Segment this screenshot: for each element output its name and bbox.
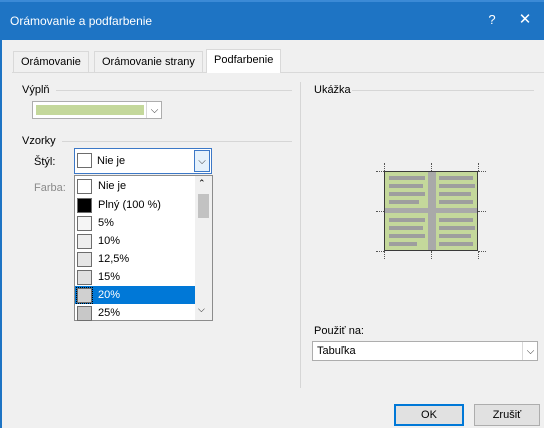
- style-combo-value: Nie je: [97, 155, 126, 167]
- chevron-down-icon[interactable]: ⌵: [522, 342, 538, 360]
- preview-marker: [384, 163, 385, 171]
- apply-to-combo[interactable]: Tabuľka ⌵: [312, 341, 538, 361]
- list-item-label: 20%: [98, 289, 121, 301]
- preview-marker: [376, 211, 384, 212]
- list-item[interactable]: 25%: [75, 304, 195, 322]
- preview-marker: [376, 251, 384, 252]
- preview-marker: [376, 171, 384, 172]
- fill-group-line: [56, 90, 292, 91]
- pattern-swatch: [77, 197, 92, 213]
- fill-group-label: Výplň: [22, 84, 50, 96]
- list-item-label: Nie je: [98, 180, 127, 192]
- patterns-group-label: Vzorky: [22, 135, 56, 147]
- preview-marker: [478, 171, 486, 172]
- list-item-label: 15%: [98, 271, 121, 283]
- pattern-swatch: [76, 286, 93, 304]
- section-separator: [300, 82, 301, 388]
- style-combo-swatch: [77, 153, 92, 168]
- list-item[interactable]: Plný (100 %): [75, 196, 195, 214]
- cancel-button[interactable]: Zrušiť: [474, 404, 540, 426]
- style-combo[interactable]: Nie je ⌵: [74, 148, 212, 174]
- scrollbar-thumb[interactable]: [198, 194, 209, 218]
- preview-marker: [431, 163, 432, 171]
- tab-borders-label: Orámovanie: [21, 56, 81, 68]
- tab-borders[interactable]: Orámovanie: [13, 51, 89, 72]
- shading-preview-table: [384, 171, 478, 251]
- close-button[interactable]: ✕: [512, 10, 538, 30]
- pattern-swatch: [77, 251, 92, 267]
- tab-page-border-label: Orámovanie strany: [102, 56, 195, 68]
- chevron-down-icon[interactable]: ⌵: [146, 102, 162, 118]
- help-button[interactable]: ?: [482, 10, 502, 30]
- pattern-swatch: [77, 233, 92, 249]
- fill-color-swatch: [36, 105, 144, 115]
- preview-marker: [431, 251, 432, 259]
- window-title: Orámovanie a podfarbenie: [10, 14, 153, 28]
- list-item-label: 10%: [98, 235, 121, 247]
- tab-shading-label: Podfarbenie: [214, 54, 274, 66]
- title-bar-top-strip: [0, 0, 544, 2]
- list-item-selected[interactable]: 20%: [75, 286, 195, 304]
- list-item[interactable]: Nie je: [75, 177, 195, 195]
- patterns-group-line: [62, 141, 292, 142]
- pattern-swatch: [77, 305, 92, 321]
- apply-to-label: Použiť na:: [314, 325, 364, 337]
- preview-marker: [478, 251, 479, 259]
- apply-to-value: Tabuľka: [317, 345, 356, 357]
- preview-group-line: [352, 90, 534, 91]
- tab-page-border[interactable]: Orámovanie strany: [94, 51, 203, 72]
- scroll-down-icon[interactable]: ⌵: [198, 304, 205, 315]
- preview-marker: [384, 251, 385, 259]
- list-scrollbar[interactable]: ⌃ ⌵: [195, 176, 212, 320]
- pattern-swatch: [77, 178, 92, 194]
- pattern-swatch: [77, 269, 92, 285]
- window-left-border: [0, 40, 2, 428]
- list-item-label: 5%: [98, 217, 114, 229]
- list-item[interactable]: 10%: [75, 232, 195, 250]
- preview-marker: [478, 163, 479, 171]
- style-label: Štýl:: [34, 156, 56, 168]
- preview-marker: [478, 211, 486, 212]
- preview-marker: [478, 251, 486, 252]
- chevron-down-icon[interactable]: ⌵: [194, 150, 210, 172]
- ok-button[interactable]: OK: [394, 404, 464, 426]
- scroll-up-icon[interactable]: ⌃: [198, 178, 206, 189]
- list-item[interactable]: 5%: [75, 214, 195, 232]
- title-bar: Orámovanie a podfarbenie ? ✕: [0, 0, 544, 40]
- list-item-label: Plný (100 %): [98, 199, 161, 211]
- style-dropdown-list[interactable]: Nie je Plný (100 %) 5% 10% 12,5% 15% 20%…: [74, 175, 213, 321]
- preview-group-label: Ukážka: [314, 84, 351, 96]
- color-label: Farba:: [34, 182, 66, 194]
- list-item[interactable]: 12,5%: [75, 250, 195, 268]
- list-item-label: 12,5%: [98, 253, 130, 265]
- tab-shading[interactable]: Podfarbenie: [206, 49, 282, 73]
- pattern-swatch: [77, 215, 92, 231]
- list-item[interactable]: 15%: [75, 268, 195, 286]
- list-item-label: 25%: [98, 307, 121, 319]
